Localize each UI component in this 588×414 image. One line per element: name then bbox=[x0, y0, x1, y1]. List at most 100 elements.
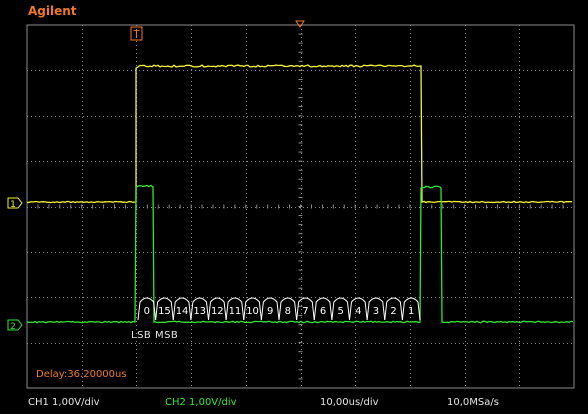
grid-dot bbox=[355, 252, 356, 253]
grid-dot bbox=[35, 207, 36, 208]
grid-dot bbox=[82, 101, 83, 102]
grid-dot bbox=[246, 297, 247, 298]
grid-dot bbox=[465, 149, 466, 150]
ch1-ground-marker[interactable]: 1 bbox=[8, 198, 22, 210]
grid-dot bbox=[399, 252, 400, 253]
grid-dot bbox=[191, 161, 192, 162]
grid-dot bbox=[246, 365, 247, 366]
grid-dot bbox=[301, 105, 302, 106]
grid-dot bbox=[519, 153, 520, 154]
grid-dot bbox=[515, 161, 516, 162]
grid-dot bbox=[301, 213, 302, 214]
grid-dot bbox=[343, 297, 344, 298]
grid-dot bbox=[301, 241, 302, 242]
grid-dot bbox=[419, 207, 420, 208]
grid-dot bbox=[519, 233, 520, 234]
grid-dot bbox=[465, 145, 466, 146]
grid-dot bbox=[355, 257, 356, 258]
grid-dot bbox=[483, 70, 484, 71]
grid-dot bbox=[563, 343, 564, 344]
grid-dot bbox=[465, 117, 466, 118]
grid-dot bbox=[519, 25, 520, 26]
grid-dot bbox=[519, 81, 520, 82]
grid-dot bbox=[465, 69, 466, 70]
grid-dot bbox=[191, 70, 192, 71]
grid-dot bbox=[465, 109, 466, 110]
grid-dot bbox=[315, 70, 316, 71]
grid-dot bbox=[283, 252, 284, 253]
grid-dot bbox=[479, 207, 480, 208]
grid-dot bbox=[246, 29, 247, 30]
grid-dot bbox=[443, 116, 444, 117]
grid-dot bbox=[301, 301, 302, 302]
grid-dot bbox=[355, 361, 356, 362]
grid-dot bbox=[246, 201, 247, 202]
grid-dot bbox=[419, 161, 420, 162]
grid-dot bbox=[191, 249, 192, 250]
grid-dot bbox=[127, 297, 128, 298]
grid-dot bbox=[519, 189, 520, 190]
grid-dot bbox=[555, 116, 556, 117]
grid-dot bbox=[355, 97, 356, 98]
ch2-scale[interactable]: CH2 1,00V/div bbox=[165, 397, 237, 408]
grid-dot bbox=[82, 41, 83, 42]
grid-dot bbox=[207, 252, 208, 253]
grid-dot bbox=[82, 89, 83, 90]
grid-dot bbox=[355, 377, 356, 378]
grid-dot bbox=[355, 157, 356, 158]
grid-dot bbox=[82, 185, 83, 186]
grid-dot bbox=[246, 33, 247, 34]
grid-dot bbox=[291, 297, 292, 298]
grid-dot bbox=[327, 343, 328, 344]
grid-dot bbox=[67, 70, 68, 71]
grid-dot bbox=[559, 343, 560, 344]
grid-dot bbox=[191, 116, 192, 117]
grid-dot bbox=[259, 252, 260, 253]
bus-bit-label: 14 bbox=[176, 306, 189, 317]
grid-dot bbox=[465, 141, 466, 142]
grid-dot bbox=[410, 277, 411, 278]
trigger-marker[interactable]: T bbox=[131, 27, 142, 40]
grid-dot bbox=[307, 343, 308, 344]
grid-dot bbox=[519, 361, 520, 362]
grid-dot bbox=[159, 116, 160, 117]
grid-dot bbox=[191, 305, 192, 306]
grid-dot bbox=[431, 252, 432, 253]
grid-dot bbox=[115, 116, 116, 117]
ch1-scale[interactable]: CH1 1,00V/div bbox=[28, 397, 100, 408]
grid-dot bbox=[159, 297, 160, 298]
graticule-grid bbox=[27, 25, 572, 388]
grid-dot bbox=[83, 297, 84, 298]
grid-dot bbox=[82, 81, 83, 82]
grid-dot bbox=[43, 252, 44, 253]
grid-dot bbox=[465, 381, 466, 382]
grid-dot bbox=[271, 343, 272, 344]
grid-dot bbox=[465, 245, 466, 246]
grid-dot bbox=[31, 70, 32, 71]
grid-dot bbox=[301, 117, 302, 118]
grid-dot bbox=[91, 343, 92, 344]
grid-dot bbox=[191, 343, 192, 344]
grid-dot bbox=[555, 207, 556, 208]
grid-dot bbox=[463, 70, 464, 71]
grid-dot bbox=[535, 343, 536, 344]
grid-dot bbox=[195, 116, 196, 117]
timebase[interactable]: 10,00us/div bbox=[320, 397, 379, 408]
grid-dot bbox=[355, 265, 356, 266]
grid-dot bbox=[495, 116, 496, 117]
ch2-ground-marker[interactable]: 2 bbox=[8, 320, 22, 332]
bus-bit-label: 9 bbox=[267, 306, 273, 317]
grid-dot bbox=[410, 273, 411, 274]
grid-dot bbox=[301, 29, 302, 30]
grid-dot bbox=[407, 297, 408, 298]
grid-dot bbox=[136, 385, 137, 386]
grid-dot bbox=[355, 101, 356, 102]
grid-dot bbox=[82, 57, 83, 58]
grid-dot bbox=[275, 297, 276, 298]
grid-dot bbox=[527, 161, 528, 162]
grid-dot bbox=[383, 161, 384, 162]
grid-dot bbox=[136, 305, 137, 306]
grid-dot bbox=[439, 70, 440, 71]
grid-dot bbox=[410, 109, 411, 110]
grid-dot bbox=[67, 116, 68, 117]
